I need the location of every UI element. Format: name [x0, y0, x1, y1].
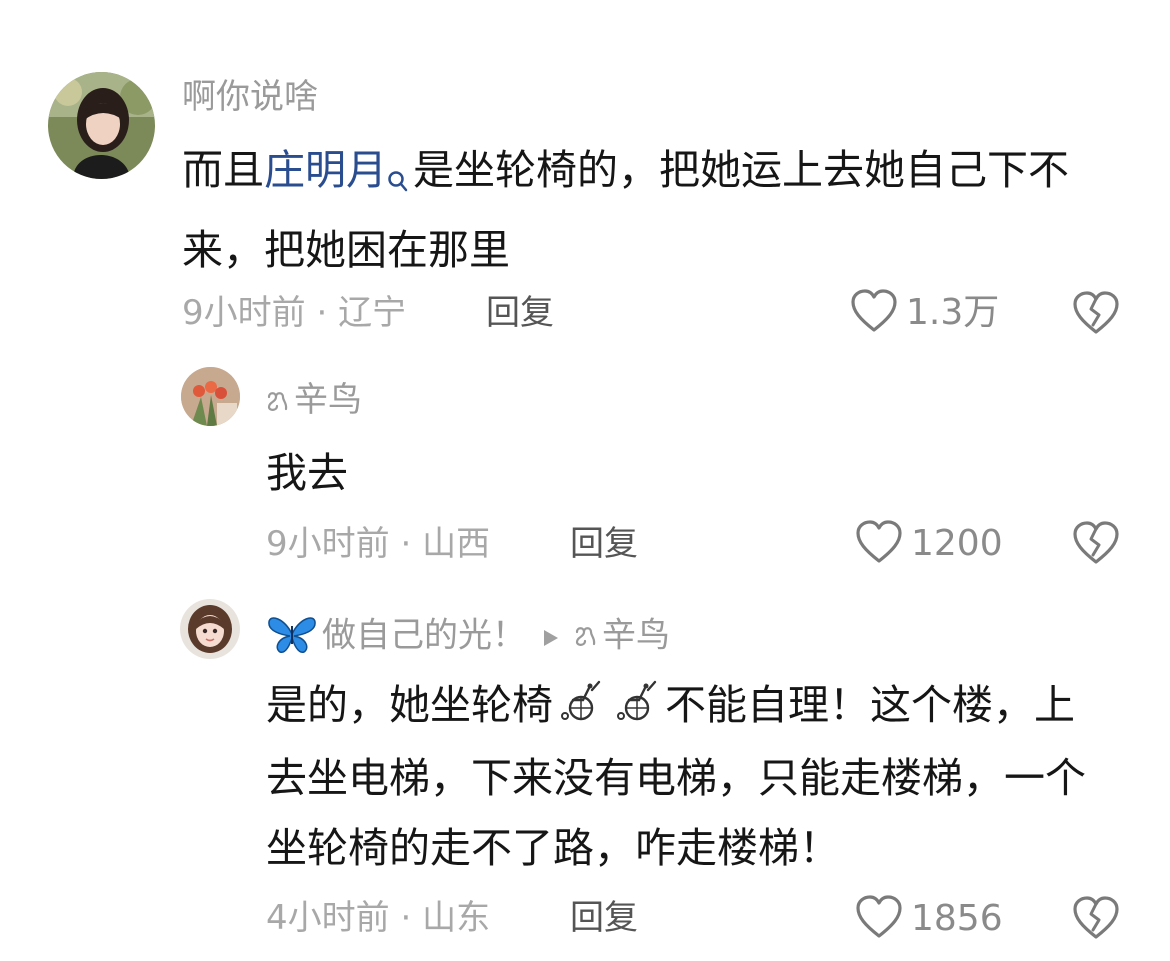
wheelchair-icon [615, 673, 659, 743]
username-text: 做自己的光！ [322, 615, 526, 656]
custom-symbol-icon [266, 385, 290, 419]
timestamp: 4小时前 [266, 898, 390, 938]
play-arrow-icon [542, 620, 560, 654]
reply-to-username[interactable]: 辛鸟 [602, 616, 670, 656]
timestamp: 9小时前 [266, 524, 390, 564]
avatar[interactable] [181, 367, 240, 426]
meta-separator: · [389, 524, 423, 564]
broken-heart-icon[interactable] [1072, 896, 1120, 944]
broken-heart-icon[interactable] [1072, 291, 1120, 339]
like-count: 1200 [911, 523, 1003, 564]
comment-item: 啊你说啥 而且庄明月 是坐轮椅的，把她运上去她自己下不来，把她困在那里 9小时前 … [0, 0, 1170, 350]
comment-text: 我去 [266, 449, 348, 497]
reply-item: 做自己的光！ 辛鸟 是的，她坐轮椅 不能自理！这个楼，上去坐电梯，下来没有电梯，只能… [0, 580, 1170, 961]
reply-button[interactable]: 回复 [570, 527, 638, 561]
location: 辽宁 [338, 293, 407, 333]
reply-item: 辛鸟 我去 9小时前 · 山西 回复 1200 [0, 350, 1170, 580]
comment-meta: 9小时前 · 山西 [266, 527, 490, 561]
username-text: 辛鸟 [294, 380, 362, 420]
heart-icon [855, 520, 903, 568]
custom-symbol-icon [574, 620, 598, 654]
comment-text: 而且庄明月 是坐轮椅的，把她运上去她自己下不来，把她困在那里 [182, 135, 1112, 285]
avatar[interactable] [180, 599, 240, 659]
comment-meta: 9小时前 · 辽宁 [182, 296, 406, 330]
timestamp: 9小时前 [182, 293, 306, 333]
search-icon[interactable] [387, 145, 409, 215]
like-button[interactable]: 1200 [855, 520, 1003, 568]
like-button[interactable]: 1.3万 [850, 289, 999, 337]
broken-heart-icon[interactable] [1072, 521, 1120, 569]
heart-icon [850, 289, 898, 337]
text-segment: 是的，她坐轮椅 [266, 681, 553, 729]
like-count: 1.3万 [906, 292, 1000, 333]
butterfly-icon [266, 614, 318, 660]
like-count: 1856 [911, 898, 1003, 939]
topic-link[interactable]: 庄明月 [264, 146, 387, 194]
heart-icon [855, 895, 903, 943]
comment-text: 是的，她坐轮椅 不能自理！这个楼，上去坐电梯，下来没有电梯，只能走楼梯，一个坐轮椅… [266, 670, 1096, 883]
wheelchair-icon [559, 673, 603, 743]
meta-separator: · [305, 293, 339, 333]
location: 山东 [422, 898, 491, 938]
reply-button[interactable]: 回复 [486, 296, 554, 330]
username[interactable]: 辛鸟 [266, 383, 362, 419]
meta-separator: · [389, 898, 423, 938]
username[interactable]: 啊你说啥 [182, 80, 318, 114]
reply-button[interactable]: 回复 [570, 901, 638, 935]
text-segment: 而且 [182, 146, 264, 194]
avatar[interactable] [48, 72, 155, 179]
username[interactable]: 做自己的光！ 辛鸟 [266, 614, 670, 660]
comment-meta: 4小时前 · 山东 [266, 901, 490, 935]
like-button[interactable]: 1856 [855, 895, 1003, 943]
location: 山西 [422, 524, 491, 564]
